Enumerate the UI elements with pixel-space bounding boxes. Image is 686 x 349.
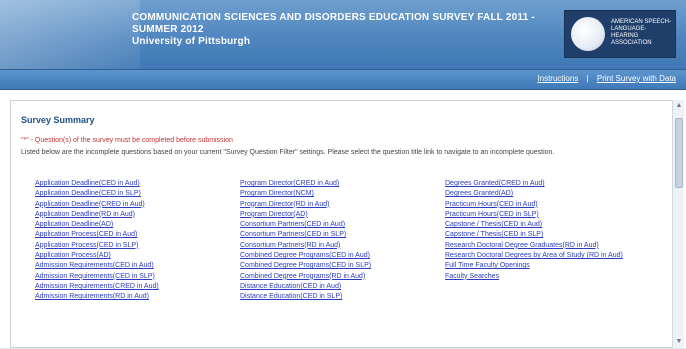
nav-separator: | <box>586 74 589 83</box>
question-link[interactable]: Consortium Partners(CED in SLP) <box>240 230 430 240</box>
logo-mark-icon <box>571 17 605 51</box>
question-link[interactable]: Combined Degree Programs(CED in Aud) <box>240 251 430 261</box>
vertical-scrollbar[interactable]: ▲ ▼ <box>672 100 684 348</box>
question-link[interactable]: Distance Education(CED in SLP) <box>240 292 430 302</box>
question-column-2: Program Director(CRED in Aud) Program Dir… <box>240 179 430 303</box>
question-link[interactable]: Application Process(CED in Aud) <box>35 230 225 240</box>
question-link[interactable]: Research Doctoral Degrees by Area of Stu… <box>445 251 625 261</box>
question-column-3: Degrees Granted(CRED in Aud) Degrees Gran… <box>445 179 635 282</box>
question-link[interactable]: Program Director(RD in Aud) <box>240 200 430 210</box>
print-survey-link[interactable]: Print Survey with Data <box>597 74 676 83</box>
scroll-down-arrow-icon[interactable]: ▼ <box>675 338 683 346</box>
nav-bar: Instructions | Print Survey with Data <box>0 70 686 90</box>
question-link[interactable]: Distance Education(CED in Aud) <box>240 282 430 292</box>
instructions-link[interactable]: Instructions <box>537 74 578 83</box>
question-link[interactable]: Admission Requirements(CED in Aud) <box>35 261 225 271</box>
question-link[interactable]: Application Deadline(CED in SLP) <box>35 189 225 199</box>
survey-summary-panel: Survey Summary "*" - Question(s) of the … <box>10 100 680 348</box>
question-link[interactable]: Faculty Searches <box>445 272 625 282</box>
panel-title: Survey Summary <box>21 115 95 125</box>
survey-title: COMMUNICATION SCIENCES AND DISORDERS EDU… <box>132 12 552 48</box>
question-link[interactable]: Consortium Partners(CED in Aud) <box>240 220 430 230</box>
scroll-thumb[interactable] <box>675 118 683 188</box>
nav-links: Instructions | Print Survey with Data <box>537 74 676 83</box>
banner-decoration <box>0 0 140 69</box>
question-link[interactable]: Application Process(CED in SLP) <box>35 241 225 251</box>
question-link[interactable]: Practicum Hours(CED in Aud) <box>445 200 625 210</box>
app-window: COMMUNICATION SCIENCES AND DISORDERS EDU… <box>0 0 686 348</box>
question-link[interactable]: Combined Degree Programs(RD in Aud) <box>240 272 430 282</box>
question-column-1: Application Deadline(CED in Aud) Applicat… <box>35 179 225 303</box>
question-link[interactable]: Program Director(AD) <box>240 210 430 220</box>
question-link[interactable]: Research Doctoral Degree Graduates(RD in… <box>445 241 625 251</box>
question-link[interactable]: Application Deadline(AD) <box>35 220 225 230</box>
required-warning: "*" - Question(s) of the survey must be … <box>21 137 233 144</box>
question-links: Application Deadline(CED in Aud) Applicat… <box>35 179 665 349</box>
question-link[interactable]: Consortium Partners(RD in Aud) <box>240 241 430 251</box>
scroll-up-arrow-icon[interactable]: ▲ <box>675 102 683 110</box>
question-link[interactable]: Full Time Faculty Openings <box>445 261 625 271</box>
question-link[interactable]: Combined Degree Programs(CED in SLP) <box>240 261 430 271</box>
question-link[interactable]: Degrees Granted(CRED in Aud) <box>445 179 625 189</box>
question-link[interactable]: Program Director(CRED in Aud) <box>240 179 430 189</box>
question-link[interactable]: Capstone / Thesis(CED in SLP) <box>445 230 625 240</box>
summary-description: Listed below are the incomplete question… <box>21 149 555 156</box>
question-link[interactable]: Admission Requirements(CRED in Aud) <box>35 282 225 292</box>
question-link[interactable]: Practicum Hours(CED in SLP) <box>445 210 625 220</box>
logo-text: AMERICAN SPEECH-LANGUAGE-HEARING ASSOCIA… <box>611 19 672 46</box>
question-link[interactable]: Admission Requirements(CED in SLP) <box>35 272 225 282</box>
question-link[interactable]: Degrees Granted(AD) <box>445 189 625 199</box>
question-link[interactable]: Capstone / Thesis(CED in Aud) <box>445 220 625 230</box>
title-line-2: SUMMER 2012 <box>132 24 204 35</box>
question-link[interactable]: Admission Requirements(RD in Aud) <box>35 292 225 302</box>
institution-name: University of Pittsburgh <box>132 36 251 47</box>
asha-logo: AMERICAN SPEECH-LANGUAGE-HEARING ASSOCIA… <box>564 10 676 58</box>
question-link[interactable]: Application Process(AD) <box>35 251 225 261</box>
question-link[interactable]: Application Deadline(CRED in Aud) <box>35 200 225 210</box>
question-link[interactable]: Application Deadline(CED in Aud) <box>35 179 225 189</box>
header-banner: COMMUNICATION SCIENCES AND DISORDERS EDU… <box>0 0 686 70</box>
question-link[interactable]: Program Director(NCM) <box>240 189 430 199</box>
title-line-1: COMMUNICATION SCIENCES AND DISORDERS EDU… <box>132 12 535 23</box>
question-link[interactable]: Application Deadline(RD in Aud) <box>35 210 225 220</box>
